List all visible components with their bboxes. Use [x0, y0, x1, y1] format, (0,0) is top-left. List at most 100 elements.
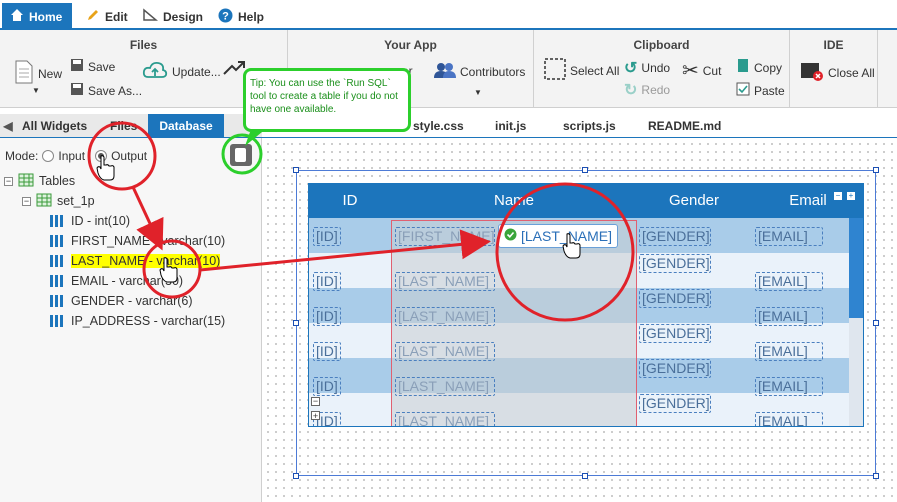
- resize-handle[interactable]: [293, 167, 299, 173]
- grid-scrollbar-thumb[interactable]: [849, 218, 863, 318]
- id-cell[interactable]: [ID]: [313, 377, 341, 396]
- gender-cell[interactable]: [GENDER]: [639, 324, 711, 343]
- column-icon: [50, 235, 66, 247]
- tree-table-item[interactable]: − set_1p: [22, 192, 95, 210]
- gender-cell[interactable]: [GENDER]: [639, 227, 711, 246]
- contributors-button[interactable]: Contributors: [434, 62, 525, 81]
- copy-button[interactable]: Copy: [736, 58, 782, 77]
- tree-column-label: GENDER - varchar(6): [71, 294, 193, 308]
- close-all-icon: [800, 60, 824, 85]
- resize-handle[interactable]: [873, 167, 879, 173]
- gender-cell[interactable]: [GENDER]: [639, 359, 711, 378]
- resize-handle[interactable]: [873, 473, 879, 479]
- cut-button[interactable]: ✂ Cut: [682, 58, 721, 83]
- id-cell[interactable]: [ID]: [313, 342, 341, 361]
- save-button[interactable]: Save: [70, 58, 115, 75]
- mode-selector: Mode: Input Output: [5, 149, 147, 163]
- gender-cell[interactable]: [GENDER]: [639, 289, 711, 308]
- last-name-cell[interactable]: [LAST_NAME]: [395, 272, 495, 291]
- ribbon-group-clipboard: Clipboard Select All ↺ Undo ↻ Redo ✂ Cut…: [534, 30, 790, 108]
- id-cell[interactable]: [ID]: [313, 227, 341, 246]
- collapse-icon[interactable]: −: [4, 176, 13, 186]
- last-name-cell[interactable]: [LAST_NAME]: [395, 307, 495, 326]
- email-cell[interactable]: [EMAIL]: [755, 412, 823, 426]
- resize-handle[interactable]: [873, 320, 879, 326]
- tab-scripts-js[interactable]: scripts.js: [563, 119, 616, 133]
- data-grid[interactable]: ID Name Gender Email − + [ID] [ID] [ID] …: [308, 183, 864, 427]
- select-all-button[interactable]: Select All: [544, 58, 619, 83]
- resize-handle[interactable]: [582, 473, 588, 479]
- mode-output-radio[interactable]: [95, 150, 108, 162]
- save-as-button[interactable]: Save As...: [70, 82, 142, 99]
- email-cell[interactable]: [EMAIL]: [755, 307, 823, 326]
- mode-input-radio[interactable]: [42, 150, 55, 162]
- menu-home[interactable]: Home: [2, 3, 72, 30]
- undo-button[interactable]: ↺ Undo: [624, 58, 670, 78]
- grid-header: ID Name Gender Email − +: [309, 184, 863, 218]
- left-panel-tabs: ◀ All Widgets Files Database: [0, 114, 262, 138]
- help-icon: ?: [218, 8, 233, 26]
- tab-files[interactable]: Files: [110, 114, 137, 138]
- close-all-button[interactable]: Close All: [800, 60, 875, 85]
- update-button[interactable]: Update...: [142, 60, 221, 83]
- redo-label: Redo: [641, 83, 671, 97]
- tab-database[interactable]: Database: [148, 114, 224, 138]
- id-cell[interactable]: [ID]: [313, 272, 341, 291]
- menu-design-label: Design: [163, 9, 204, 24]
- cloud-upload-icon: [142, 60, 168, 83]
- header-name[interactable]: Name: [391, 184, 637, 218]
- new-button[interactable]: New: [14, 60, 62, 87]
- ribbon-group-title: Clipboard: [633, 38, 690, 52]
- email-cell[interactable]: [EMAIL]: [755, 227, 823, 246]
- menu-help[interactable]: ? Help: [210, 3, 272, 30]
- id-cell[interactable]: [ID]: [313, 307, 341, 326]
- expand-icon[interactable]: +: [311, 411, 320, 421]
- gender-cell[interactable]: [GENDER]: [639, 394, 711, 413]
- last-name-cell[interactable]: [LAST_NAME]: [395, 342, 495, 361]
- collapse-icon[interactable]: −: [311, 397, 320, 406]
- tree-column-item[interactable]: FIRST_NAME - varchar(10): [50, 232, 225, 250]
- ribbon: Files New ▼ Save Save As... Update... Yo…: [0, 30, 897, 108]
- tree-root[interactable]: − Tables: [4, 172, 75, 190]
- contributors-dropdown-icon[interactable]: ▼: [474, 88, 482, 97]
- last-name-cell[interactable]: [LAST_NAME]: [395, 412, 495, 426]
- scissors-icon: ✂: [682, 60, 699, 82]
- tree-column-item[interactable]: GENDER - varchar(6): [50, 292, 193, 310]
- email-cell[interactable]: [EMAIL]: [755, 272, 823, 291]
- header-gender[interactable]: Gender: [637, 184, 751, 218]
- email-cell[interactable]: [EMAIL]: [755, 342, 823, 361]
- header-email[interactable]: Email: [751, 184, 863, 218]
- tab-style-css[interactable]: style.css: [413, 119, 464, 133]
- mode-output-label[interactable]: Output: [111, 149, 147, 163]
- menu-bar: Home Edit Design ? Help: [0, 0, 897, 30]
- first-name-cell[interactable]: [FIRST_NAME]: [395, 227, 495, 246]
- tree-column-item[interactable]: ID - int(10): [50, 212, 130, 230]
- menu-design[interactable]: Design: [134, 3, 211, 30]
- collapse-icon[interactable]: −: [22, 196, 31, 206]
- menu-edit[interactable]: Edit: [78, 3, 136, 30]
- last-name-cell[interactable]: [LAST_NAME]: [395, 377, 495, 396]
- copy-label: Copy: [754, 60, 783, 75]
- tree-column-item-selected[interactable]: LAST_NAME - varchar(10): [44, 252, 223, 270]
- new-dropdown-icon[interactable]: ▼: [32, 86, 40, 95]
- tab-readme-md[interactable]: README.md: [648, 119, 721, 133]
- mode-input-label[interactable]: Input: [58, 149, 85, 163]
- resize-handle[interactable]: [582, 167, 588, 173]
- tab-all-widgets[interactable]: All Widgets: [22, 114, 87, 138]
- run-sql-button[interactable]: [230, 144, 252, 166]
- expand-icon[interactable]: +: [847, 192, 855, 200]
- tab-init-js[interactable]: init.js: [495, 119, 526, 133]
- resize-handle[interactable]: [293, 473, 299, 479]
- header-id[interactable]: ID: [309, 184, 391, 218]
- tree-column-item[interactable]: IP_ADDRESS - varchar(15): [50, 312, 225, 330]
- redo-button[interactable]: ↻ Redo: [624, 80, 670, 100]
- tree-column-label: IP_ADDRESS - varchar(15): [71, 314, 226, 328]
- gender-cell[interactable]: [GENDER]: [639, 254, 711, 273]
- email-cell[interactable]: [EMAIL]: [755, 377, 823, 396]
- collapse-icon[interactable]: −: [834, 192, 842, 200]
- tree-column-item[interactable]: EMAIL - varchar(30): [50, 272, 183, 290]
- resize-handle[interactable]: [293, 320, 299, 326]
- paste-button[interactable]: Paste: [736, 82, 785, 99]
- collapse-arrow-icon[interactable]: ◀: [0, 114, 16, 138]
- cut-label: Cut: [702, 63, 722, 78]
